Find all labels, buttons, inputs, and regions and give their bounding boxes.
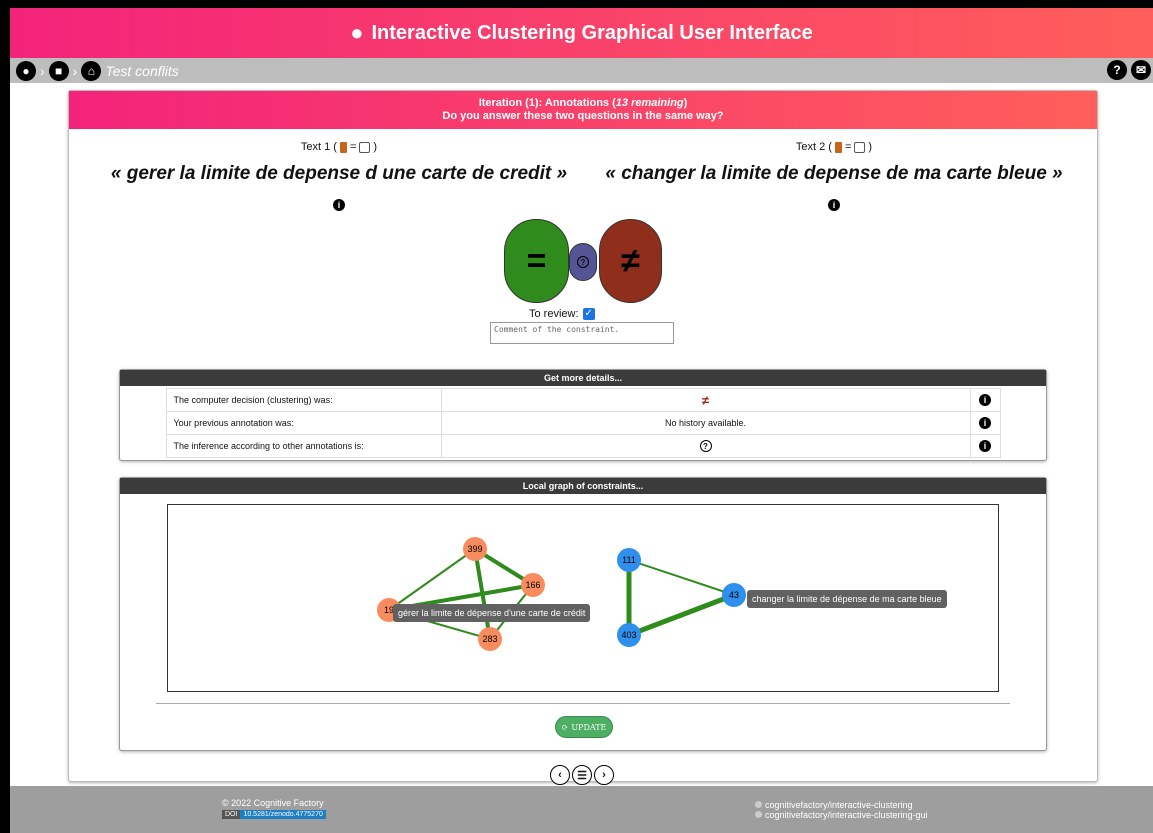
unknown-button[interactable]: ?	[569, 243, 597, 281]
home-icon[interactable]: ⌂	[81, 60, 102, 81]
table-row: Your previous annotation was: No history…	[165, 411, 1001, 435]
list-icon[interactable]: ☰	[572, 765, 592, 785]
folder-icon[interactable]: ■	[48, 60, 69, 81]
doi-badge[interactable]: DOI 10.5281/zenodo.4775270	[222, 810, 326, 819]
cannot-link-button[interactable]: ≠	[599, 219, 662, 303]
node-tooltip: gérer la limite de dépense d'une carte d…	[393, 604, 591, 622]
repo-link-text: cognitivefactory/interactive-clustering	[765, 800, 913, 810]
iteration-title-end: )	[683, 97, 688, 109]
text2-eq: =	[844, 141, 852, 153]
node-label: 166	[525, 580, 540, 590]
doi-value: 10.5281/zenodo.4775270	[240, 810, 326, 819]
iteration-header: Iteration (1): Annotations (13 remaining…	[69, 91, 1097, 129]
graph-edge	[628, 592, 735, 638]
graph-edge	[628, 559, 735, 596]
doi-label: DOI	[222, 810, 241, 819]
mail-icon[interactable]: ✉	[1131, 60, 1151, 80]
github-icon	[755, 811, 762, 818]
app-header: ● Interactive Clustering Graphical User …	[10, 8, 1153, 58]
text1-quote: « gerer la limite de depense d une carte…	[110, 163, 568, 184]
text2-block: Text 2 ( = ) « changer la limite de depe…	[599, 141, 1069, 213]
footer: © 2022 Cognitive Factory DOI 10.5281/zen…	[10, 786, 1153, 833]
iteration-title: Iteration (1): Annotations (	[478, 97, 616, 109]
row-value: No history available.	[440, 411, 971, 435]
comment-textarea[interactable]: Comment of the constraint.	[490, 322, 674, 344]
text2-quote: « changer la limite de depense de ma car…	[605, 163, 1063, 184]
iteration-nav: ‹ ☰ ›	[550, 765, 614, 785]
app-title: Interactive Clustering Graphical User In…	[371, 21, 813, 44]
help-icon[interactable]: ?	[1107, 60, 1127, 80]
text1-block: Text 1 ( = ) « gerer la limite de depens…	[109, 141, 569, 213]
review-row: To review: ✓	[529, 308, 595, 320]
row-value: ≠	[701, 392, 710, 408]
info-icon[interactable]: i	[979, 394, 991, 406]
review-checkbox[interactable]: ✓	[582, 308, 595, 320]
text1-eq: =	[349, 141, 357, 153]
text1-checkbox[interactable]	[359, 141, 371, 153]
graph-edges	[388, 547, 735, 640]
row-label: Your previous annotation was:	[165, 411, 442, 435]
node-label: 111	[622, 555, 636, 565]
update-label: UPDATE	[571, 722, 607, 732]
trash-icon[interactable]	[834, 141, 842, 153]
info-icon[interactable]: i	[979, 417, 991, 429]
text2-checkbox[interactable]	[854, 141, 866, 153]
repo-link-text: cognitivefactory/interactive-clustering-…	[765, 810, 928, 820]
details-table: The computer decision (clustering) was: …	[165, 388, 1001, 458]
details-header[interactable]: Get more details...	[120, 370, 1046, 386]
node-label: 403	[621, 630, 636, 640]
previous-icon[interactable]: ‹	[550, 765, 570, 785]
node-label: 399	[467, 544, 482, 554]
row-label: The computer decision (clustering) was:	[165, 388, 442, 412]
info-icon[interactable]: i	[979, 440, 991, 452]
details-panel: Get more details... The computer decisio…	[119, 369, 1047, 461]
flame-icon: ●	[350, 20, 364, 45]
review-label: To review:	[529, 308, 579, 320]
breadcrumb-current[interactable]: Test conflits	[105, 63, 178, 79]
github-icon	[755, 801, 762, 808]
text2-label-end: )	[868, 141, 873, 153]
next-icon[interactable]: ›	[594, 765, 614, 785]
update-button[interactable]: ⟳ UPDATE	[555, 716, 613, 738]
text2-label: Text 2 (	[795, 141, 832, 153]
info-icon[interactable]: i	[828, 199, 840, 211]
node-label: 283	[482, 634, 497, 644]
text1-label-end: )	[373, 141, 378, 153]
must-link-button[interactable]: =	[504, 219, 569, 303]
node-label: 43	[729, 590, 739, 600]
graph-panel: Local graph of constraints... 399 166 19…	[119, 477, 1047, 751]
app-window: ● Interactive Clustering Graphical User …	[10, 8, 1153, 833]
table-row: The computer decision (clustering) was: …	[165, 388, 1001, 412]
refresh-icon: ⟳	[561, 722, 569, 732]
home-flame-icon[interactable]: ●	[16, 60, 36, 81]
copyright: © 2022 Cognitive Factory	[222, 798, 324, 808]
chevron-right-icon: ›	[40, 62, 45, 79]
remaining-count: 13 remaining	[615, 97, 684, 109]
breadcrumb: ● › ■ › ⌂ Test conflits ? ✉	[10, 58, 1153, 83]
table-row: The inference according to other annotat…	[165, 434, 1001, 458]
annotation-card: Iteration (1): Annotations (13 remaining…	[68, 90, 1098, 782]
divider	[156, 703, 1010, 704]
repo-link[interactable]: cognitivefactory/interactive-clustering	[755, 800, 928, 810]
iteration-question: Do you answer these two questions in the…	[442, 110, 724, 122]
graph-header[interactable]: Local graph of constraints...	[120, 478, 1046, 494]
text1-label: Text 1 (	[300, 141, 337, 153]
row-label: The inference according to other annotat…	[165, 434, 442, 458]
repo-link[interactable]: cognitivefactory/interactive-clustering-…	[755, 810, 928, 820]
constraints-graph[interactable]: 399 166 19 283 111 43 403 gérer la limit…	[167, 504, 999, 692]
trash-icon[interactable]	[339, 141, 347, 153]
question-icon: ?	[577, 256, 589, 268]
node-tooltip: changer la limite de dépense de ma carte…	[747, 590, 947, 608]
question-icon: ?	[699, 440, 712, 452]
chevron-right-icon: ›	[72, 62, 78, 79]
info-icon[interactable]: i	[333, 199, 345, 211]
